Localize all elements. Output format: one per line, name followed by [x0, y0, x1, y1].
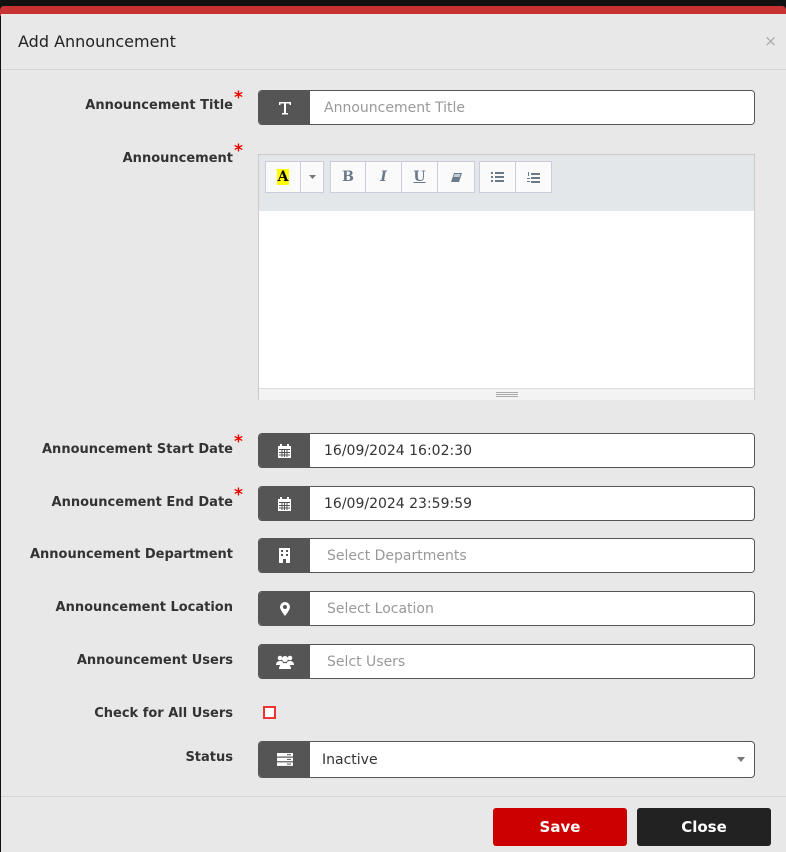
- department-group: [258, 538, 755, 573]
- font-color-button[interactable]: A: [266, 162, 301, 192]
- modal-title: Add Announcement: [18, 32, 176, 51]
- map-marker-icon: [259, 592, 310, 625]
- text-icon: [259, 91, 310, 124]
- users-icon: [259, 645, 310, 678]
- editor-resize-handle[interactable]: [259, 388, 754, 400]
- required-mark: *: [234, 485, 243, 505]
- grip-icon: [495, 392, 518, 397]
- users-select[interactable]: [310, 645, 754, 678]
- announcement-label: Announcement: [122, 151, 233, 166]
- caret-down-icon: [308, 175, 316, 179]
- add-announcement-modal: Add Announcement × Announcement Title * …: [1, 14, 786, 852]
- modal-footer-divider: [1, 796, 786, 797]
- title-input-group: [258, 90, 755, 125]
- location-label: Announcement Location: [55, 600, 233, 615]
- department-select[interactable]: [310, 539, 754, 572]
- font-color-icon: A: [276, 169, 290, 185]
- rich-text-editor: A B I U: [258, 154, 755, 400]
- calendar-icon: [259, 487, 310, 520]
- title-input[interactable]: [310, 91, 754, 124]
- building-icon: [259, 539, 310, 572]
- bullet-list-button[interactable]: [480, 162, 516, 192]
- status-group: Inactive: [258, 741, 755, 778]
- numbered-list-icon: [527, 171, 540, 183]
- location-select[interactable]: [310, 592, 754, 625]
- eraser-button[interactable]: [438, 162, 474, 192]
- color-group: A: [265, 161, 324, 193]
- eraser-icon: [450, 172, 462, 182]
- editor-toolbar: A B I U: [259, 155, 754, 211]
- editor-content-area[interactable]: [259, 211, 754, 388]
- status-value: Inactive: [322, 751, 378, 768]
- list-group: [479, 161, 552, 193]
- close-icon[interactable]: ×: [764, 32, 777, 50]
- italic-button[interactable]: I: [366, 162, 402, 192]
- required-mark: *: [234, 141, 243, 161]
- save-button[interactable]: Save: [493, 808, 627, 846]
- all-users-label: Check for All Users: [94, 706, 233, 721]
- users-label: Announcement Users: [76, 653, 233, 668]
- calendar-icon: [259, 434, 310, 467]
- end-date-input[interactable]: [310, 487, 754, 520]
- department-label: Announcement Department: [29, 547, 233, 562]
- server-icon: [259, 742, 310, 777]
- start-date-group: [258, 433, 755, 468]
- required-mark: *: [234, 432, 243, 452]
- required-mark: *: [234, 88, 243, 108]
- underline-button[interactable]: U: [402, 162, 438, 192]
- modal-header: Add Announcement ×: [1, 14, 786, 70]
- all-users-checkbox[interactable]: [263, 706, 276, 719]
- title-label: Announcement Title: [85, 98, 233, 113]
- end-date-group: [258, 486, 755, 521]
- color-dropdown-button[interactable]: [301, 162, 323, 192]
- status-select[interactable]: Inactive: [310, 742, 754, 777]
- format-group: B I U: [330, 161, 475, 193]
- bold-button[interactable]: B: [331, 162, 366, 192]
- users-group: [258, 644, 755, 679]
- caret-down-icon: [737, 757, 745, 762]
- bullet-list-icon: [491, 172, 504, 182]
- end-date-label: Announcement End Date: [51, 495, 233, 510]
- location-group: [258, 591, 755, 626]
- status-label: Status: [185, 750, 233, 765]
- close-button[interactable]: Close: [637, 808, 771, 846]
- start-date-input[interactable]: [310, 434, 754, 467]
- numbered-list-button[interactable]: [516, 162, 551, 192]
- start-date-label: Announcement Start Date: [42, 442, 233, 457]
